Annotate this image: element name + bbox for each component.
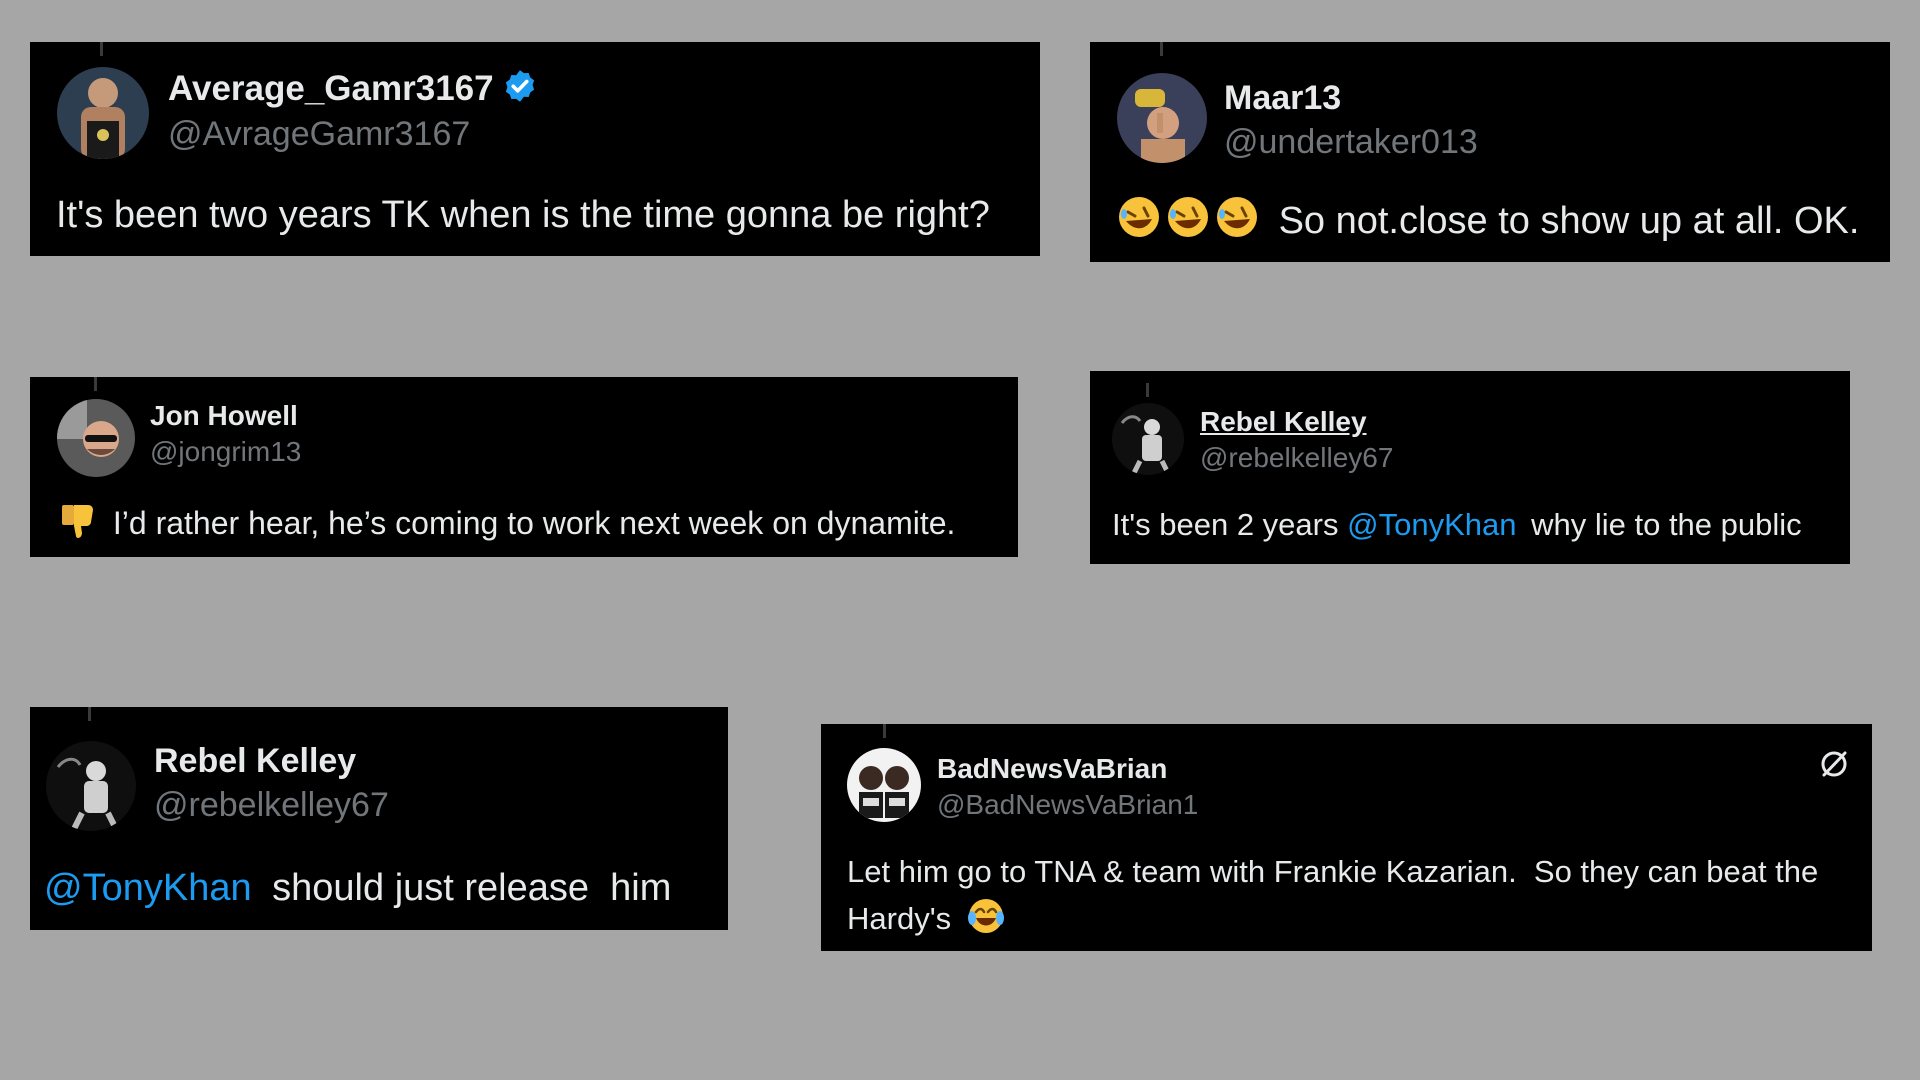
tweet-text: @TonyKhan should just release him xyxy=(44,865,671,911)
avatar[interactable] xyxy=(57,67,149,159)
avatar[interactable] xyxy=(46,741,136,831)
avatar[interactable] xyxy=(1117,73,1207,163)
user-handle[interactable]: @undertaker013 xyxy=(1224,122,1478,162)
rolling-laughing-emoji-icon xyxy=(1116,194,1260,251)
tweet-card-4[interactable]: Rebel Kelley @rebelkelley67 It's been 2 … xyxy=(1090,371,1850,564)
thread-line xyxy=(100,42,103,56)
tweet-text: So not.close to show up at all. OK. xyxy=(1116,194,1859,251)
thread-line xyxy=(94,377,97,391)
avatar[interactable] xyxy=(57,399,135,477)
avatar[interactable] xyxy=(1112,403,1184,475)
tweet-text-line-2: Hardy's xyxy=(847,896,1006,946)
tweet-card-5[interactable]: Rebel Kelley @rebelkelley67 @TonyKhan sh… xyxy=(30,707,728,930)
user-handle[interactable]: @rebelkelley67 xyxy=(154,785,389,825)
tweet-card-3[interactable]: Jon Howell @jongrim13 I’d rather hear, h… xyxy=(30,377,1018,557)
no-symbol-icon[interactable] xyxy=(1818,748,1850,780)
display-name[interactable]: Maar13 xyxy=(1224,78,1341,118)
tweet-text: I’d rather hear, he’s coming to work nex… xyxy=(58,501,955,550)
tweet-card-2[interactable]: Maar13 @undertaker013 So not.close to sh… xyxy=(1090,42,1890,262)
tweet-text-content: I’d rather hear, he’s coming to work nex… xyxy=(112,504,956,541)
user-handle[interactable]: @AvrageGamr3167 xyxy=(168,114,470,154)
tweet-text-content: So not.close to show up at all. OK. xyxy=(1278,199,1860,242)
thread-line xyxy=(1160,42,1163,56)
thread-line xyxy=(1146,383,1149,397)
thread-line xyxy=(883,724,886,738)
display-name[interactable]: Rebel Kelley xyxy=(154,741,356,781)
thumbs-down-emoji-icon xyxy=(58,501,98,550)
tweet-card-6[interactable]: BadNewsVaBrian @BadNewsVaBrian1 Let him … xyxy=(821,724,1872,951)
display-name-link[interactable]: Rebel Kelley xyxy=(1200,405,1367,439)
thread-line xyxy=(88,707,91,721)
tweet-text-after: should just release him xyxy=(272,867,672,909)
mention-link[interactable]: @TonyKhan xyxy=(1347,507,1516,542)
tears-of-joy-emoji-icon xyxy=(966,896,1006,946)
tweet-card-1[interactable]: Average_Gamr3167 @AvrageGamr3167 It's be… xyxy=(30,42,1040,256)
tweet-text-line-1: Let him go to TNA & team with Frankie Ka… xyxy=(847,854,1819,889)
avatar[interactable] xyxy=(847,748,921,822)
display-name[interactable]: Average_Gamr3167 xyxy=(168,68,538,113)
display-name[interactable]: BadNewsVaBrian xyxy=(937,752,1167,786)
user-handle[interactable]: @BadNewsVaBrian1 xyxy=(937,788,1198,822)
user-handle[interactable]: @rebelkelley67 xyxy=(1200,441,1393,475)
tweet-text-after: why lie to the public xyxy=(1531,507,1802,542)
tweet-text-before: It's been 2 years xyxy=(1112,507,1339,542)
user-handle[interactable]: @jongrim13 xyxy=(150,435,301,469)
tweet-text-content: Hardy's xyxy=(847,901,952,937)
verified-badge-icon xyxy=(502,68,538,113)
display-name[interactable]: Jon Howell xyxy=(150,399,298,433)
display-name-text[interactable]: Average_Gamr3167 xyxy=(168,69,494,108)
mention-link[interactable]: @TonyKhan xyxy=(44,867,252,909)
tweet-text: It's been 2 years @TonyKhan why lie to t… xyxy=(1112,505,1802,545)
screenshot-canvas: { "tweets": [ { "name": "Average_Gamr316… xyxy=(0,0,1920,1080)
tweet-text: It's been two years TK when is the time … xyxy=(56,194,990,236)
